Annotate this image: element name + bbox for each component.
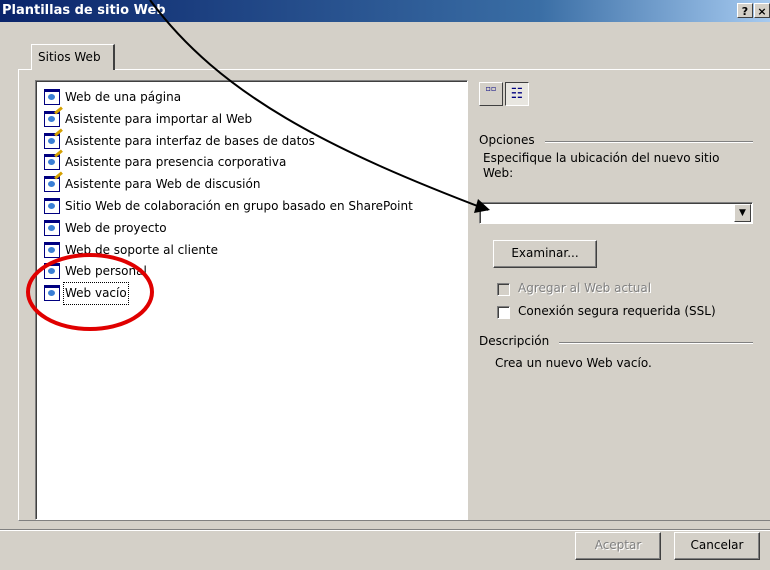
window-title: Plantillas de sitio Web: [2, 3, 166, 18]
list-item-label: Web personal: [65, 264, 147, 278]
tab-sitios-web[interactable]: Sitios Web: [31, 44, 115, 70]
title-bar[interactable]: Plantillas de sitio Web ? ×: [0, 0, 770, 22]
description-group-label: Descripción: [479, 334, 550, 348]
tab-label: Sitios Web: [38, 50, 101, 64]
ssl-checkbox[interactable]: [497, 306, 510, 319]
list-item-label: Sitio Web de colaboración en grupo basad…: [65, 199, 413, 213]
help-button[interactable]: ?: [737, 3, 753, 18]
close-button[interactable]: ×: [754, 3, 770, 18]
location-label-line1: Especifique la ubicación del nuevo sitio: [483, 151, 720, 165]
ok-button[interactable]: Aceptar: [575, 532, 661, 560]
list-view-button[interactable]: ☷: [505, 82, 529, 106]
list-item-label: Web de soporte al cliente: [65, 243, 219, 257]
ok-button-label: Aceptar: [594, 538, 642, 552]
list-item-label: Web de proyecto: [65, 221, 167, 235]
chevron-down-icon[interactable]: ▼: [734, 204, 751, 222]
description-text: Crea un nuevo Web vacío.: [495, 356, 652, 370]
browse-button[interactable]: Examinar...: [493, 240, 597, 268]
template-list[interactable]: Web de una página Asistente para importa…: [35, 80, 468, 520]
web-page-icon: [44, 198, 60, 214]
options-divider: [545, 141, 753, 143]
location-label-line2: Web:: [483, 166, 514, 180]
list-item-label: Web de una página: [65, 90, 182, 104]
wizard-icon: [44, 154, 60, 170]
add-to-current-web-label: Agregar al Web actual: [518, 281, 652, 295]
site-templates-dialog: Plantillas de sitio Web ? × Sitios Web W…: [0, 0, 770, 570]
list-icon: ☷: [510, 86, 524, 102]
ssl-label: Conexión segura requerida (SSL): [518, 304, 716, 318]
footer-divider: [0, 529, 770, 531]
list-item-label: Asistente para interfaz de bases de dato…: [65, 134, 315, 148]
add-to-current-web-checkbox[interactable]: [497, 283, 510, 296]
web-page-icon: [44, 242, 60, 258]
browse-button-label: Examinar...: [511, 246, 579, 260]
options-group-label: Opciones: [479, 133, 535, 147]
location-combobox[interactable]: ▼: [479, 202, 753, 224]
description-divider: [559, 342, 753, 344]
web-page-icon: [44, 89, 60, 105]
large-icons-view-button[interactable]: ▫▫: [479, 82, 503, 106]
cancel-button[interactable]: Cancelar: [674, 532, 760, 560]
web-page-icon: [44, 263, 60, 279]
list-item-label: Asistente para Web de discusión: [65, 177, 261, 191]
wizard-icon: [44, 133, 60, 149]
web-page-icon: [44, 285, 60, 301]
list-item-label: Asistente para presencia corporativa: [65, 155, 287, 169]
list-item-label: Asistente para importar al Web: [65, 112, 253, 126]
large-icons-icon: ▫▫: [485, 84, 497, 93]
list-item-label: Web vacío: [63, 282, 129, 305]
web-page-icon: [44, 220, 60, 236]
wizard-icon: [44, 111, 60, 127]
cancel-button-label: Cancelar: [690, 538, 744, 552]
wizard-icon: [44, 176, 60, 192]
